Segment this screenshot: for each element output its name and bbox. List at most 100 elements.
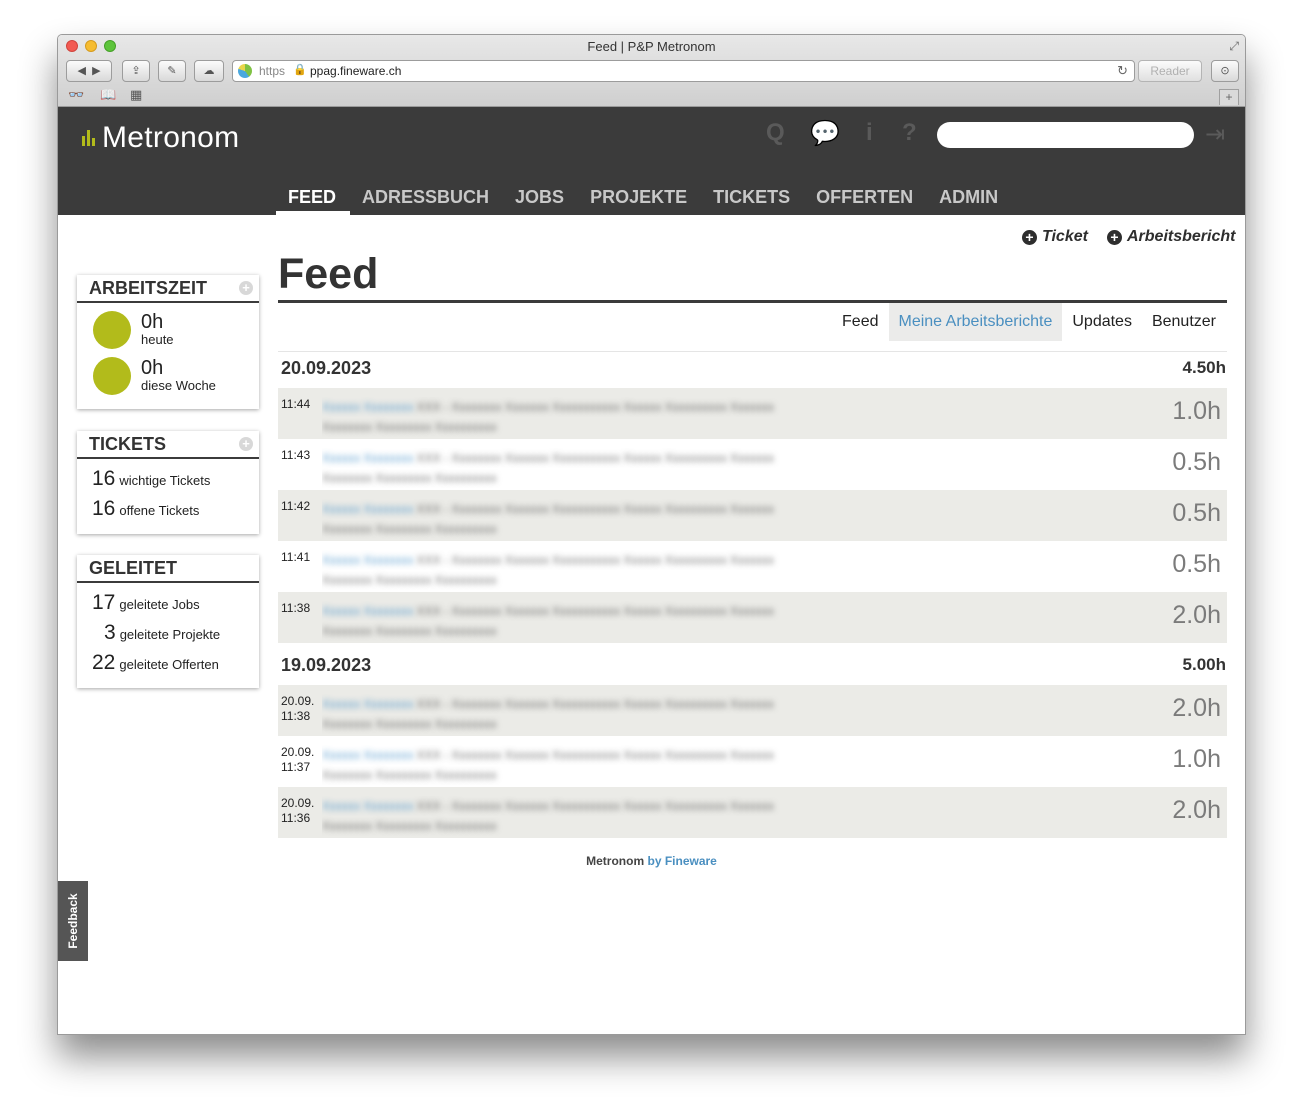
footer: Metronom by Fineware [58, 854, 1245, 868]
help-icon[interactable]: ? [902, 119, 917, 147]
subtab-benutzer[interactable]: Benutzer [1142, 303, 1226, 341]
day-total-hours: 5.00h [1182, 655, 1226, 674]
stat-label: offene Tickets [119, 503, 200, 518]
subtab-meine-arbeitsberichte[interactable]: Meine Arbeitsberichte [888, 303, 1063, 341]
app-logo[interactable]: Metronom [82, 121, 239, 155]
window-title: Feed | P&P Metronom [587, 39, 716, 54]
feed-entry[interactable]: 20.09. 11:38 Xxxxxx Xxxxxxxx XXX - Xxxxxxx… [278, 685, 1227, 736]
nav-item-tickets[interactable]: TICKETS [701, 187, 804, 215]
stat-count: 17 [92, 591, 116, 614]
entry-timestamp: 11:44 [281, 397, 319, 412]
entry-user-redacted[interactable]: Xxxxxx Xxxxxxxx [322, 502, 413, 516]
open-tickets-link[interactable]: 16 offene Tickets [92, 497, 199, 521]
entry-user-redacted[interactable]: Xxxxxx Xxxxxxxx [322, 553, 413, 567]
feedback-tab[interactable]: Feedback [58, 881, 88, 961]
feed-entry[interactable]: 11:42 Xxxxxx Xxxxxxxx XXX - Xxxxxxxx Xxxx… [278, 490, 1227, 541]
back-icon[interactable]: ◀ [77, 65, 85, 77]
footer-vendor-link[interactable]: by Fineware [647, 854, 716, 868]
entry-user-redacted[interactable]: Xxxxxx Xxxxxxxx [322, 604, 413, 618]
wrench-icon: ✎ [167, 65, 177, 77]
new-tab-button[interactable]: + [1219, 89, 1239, 105]
entry-description-redacted: Xxxxxx Xxxxxxxx XXX - Xxxxxxxx Xxxxxxx X… [322, 451, 775, 485]
arbeitszeit-week: 0h diese Woche [93, 357, 216, 395]
arbeitszeit-title: ARBEITSZEIT [89, 278, 208, 298]
led-offers-link[interactable]: 22 geleitete Offerten [92, 651, 219, 675]
feedback-label: Feedback [66, 893, 80, 949]
reload-icon[interactable]: ↻ [1117, 63, 1128, 79]
new-ticket-label: Ticket [1042, 228, 1088, 245]
nav-item-offerten[interactable]: OFFERTEN [804, 187, 927, 215]
feed-entry[interactable]: 20.09. 11:37 Xxxxxx Xxxxxxxx XXX - Xxxxxxx… [278, 736, 1227, 787]
entry-description-redacted: Xxxxxx Xxxxxxxx XXX - Xxxxxxxx Xxxxxxx X… [322, 502, 775, 536]
info-icon[interactable]: i [866, 119, 873, 147]
arbeitszeit-widget: ARBEITSZEIT + 0h heute 0h diese Woche [77, 275, 259, 409]
feed-entry[interactable]: 11:43 Xxxxxx Xxxxxxxx XXX - Xxxxxxxx Xxxx… [278, 439, 1227, 490]
nav-item-feed[interactable]: FEED [276, 187, 351, 215]
new-ticket-button[interactable]: + Ticket [1022, 228, 1088, 246]
logo-text: Metronom [102, 121, 240, 154]
status-indicator [93, 357, 131, 395]
entry-user-redacted[interactable]: Xxxxxx Xxxxxxxx [322, 697, 413, 711]
add-ticket-icon[interactable]: + [239, 437, 253, 451]
app-header: Metronom Q 💬 i ? ⇥ FEED ADRESSBUCH JOBS PRO… [58, 107, 1245, 215]
url-text[interactable]: ppag.fineware.ch [310, 64, 401, 78]
nav-item-adressbuch[interactable]: ADRESSBUCH [350, 187, 503, 215]
entry-description-redacted: Xxxxxx Xxxxxxxx XXX - Xxxxxxxx Xxxxxxx X… [322, 553, 775, 587]
entry-time-value: 11:43 [281, 448, 311, 462]
address-bar[interactable]: https 🔒 ppag.fineware.ch ↻ [232, 60, 1135, 82]
share-button[interactable]: ⇪ [122, 60, 150, 82]
chat-icon[interactable]: 💬 [810, 119, 840, 148]
reading-list-icon[interactable]: 👓 [68, 87, 84, 103]
entry-hours: 2.0h [1172, 694, 1221, 722]
stat-label: geleitete Jobs [119, 597, 200, 612]
plus-circle-icon: + [1107, 229, 1122, 245]
header-search-input[interactable] [937, 122, 1194, 148]
nav-item-jobs[interactable]: JOBS [503, 187, 578, 215]
feed-entry[interactable]: 11:44 Xxxxxx Xxxxxxxx XXX - Xxxxxxxx Xxxx… [278, 388, 1227, 439]
search-icon[interactable]: Q [766, 119, 785, 147]
entry-description-redacted: Xxxxxx Xxxxxxxx XXX - Xxxxxxxx Xxxxxxx X… [322, 604, 775, 638]
subtab-updates[interactable]: Updates [1062, 303, 1142, 341]
new-arbeitsbericht-button[interactable]: + Arbeitsbericht [1107, 228, 1235, 246]
entry-user-redacted[interactable]: Xxxxxx Xxxxxxxx [322, 748, 413, 762]
downloads-button[interactable]: ⊙ [1211, 60, 1239, 82]
reader-button[interactable]: Reader [1138, 60, 1202, 82]
arbeitszeit-value: 0h [141, 357, 164, 379]
footer-brand: Metronom [586, 854, 645, 868]
entry-description-redacted: Xxxxxx Xxxxxxxx XXX - Xxxxxxxx Xxxxxxx X… [322, 799, 775, 833]
entry-user-redacted[interactable]: Xxxxxx Xxxxxxxx [322, 400, 413, 414]
back-forward-buttons[interactable]: ◀ ▶ [66, 60, 112, 82]
entry-time-value: 11:41 [281, 550, 311, 564]
led-jobs-link[interactable]: 17 geleitete Jobs [92, 591, 200, 615]
subtab-feed[interactable]: Feed [832, 303, 888, 341]
top-sites-icon[interactable]: ▦ [130, 87, 142, 103]
feed-subtabs: Feed Meine Arbeitsberichte Updates Benutzer [832, 303, 1226, 341]
status-indicator [93, 311, 131, 349]
feed-entry[interactable]: 11:41 Xxxxxx Xxxxxxxx XXX - Xxxxxxxx Xxxx… [278, 541, 1227, 592]
feed-entry[interactable]: 20.09. 11:36 Xxxxxx Xxxxxxxx XXX - Xxxxxxx… [278, 787, 1227, 838]
stat-label: geleitete Offerten [119, 657, 219, 672]
logout-icon[interactable]: ⇥ [1205, 120, 1225, 149]
forward-icon[interactable]: ▶ [92, 65, 100, 77]
share-icon: ⇪ [131, 65, 141, 77]
important-tickets-link[interactable]: 16 wichtige Tickets [92, 467, 210, 491]
entry-user-redacted[interactable]: Xxxxxx Xxxxxxxx [322, 799, 413, 813]
nav-item-projekte[interactable]: PROJEKTE [578, 187, 701, 215]
entry-description-redacted: Xxxxxx Xxxxxxxx XXX - Xxxxxxxx Xxxxxxx X… [322, 697, 775, 731]
browser-chrome: Feed | P&P Metronom ⤢ ◀ ▶ ⇪ ✎ ☁ https 🔒 … [58, 35, 1245, 107]
icloud-button[interactable]: ☁ [194, 60, 224, 82]
stat-count: 16 [92, 467, 116, 490]
entry-user-redacted[interactable]: Xxxxxx Xxxxxxxx [322, 451, 413, 465]
feed-entry[interactable]: 11:38 Xxxxxx Xxxxxxxx XXX - Xxxxxxxx Xxxx… [278, 592, 1227, 643]
entry-time-value: 11:42 [281, 499, 311, 513]
entry-hours: 0.5h [1172, 499, 1221, 527]
add-arbeitszeit-icon[interactable]: + [239, 281, 253, 295]
led-projects-link[interactable]: 3 geleitete Projekte [104, 621, 220, 645]
tickets-widget: TICKETS + 16 wichtige Tickets 16 offene Ti… [77, 431, 259, 534]
fullscreen-icon[interactable]: ⤢ [1229, 39, 1239, 54]
main-nav: FEED ADRESSBUCH JOBS PROJEKTE TICKETS OFFERTE… [276, 187, 1012, 215]
nav-item-admin[interactable]: ADMIN [927, 187, 1012, 215]
bookmarks-icon[interactable]: 📖 [100, 87, 116, 103]
stat-count: 16 [92, 497, 116, 520]
tools-button[interactable]: ✎ [158, 60, 186, 82]
